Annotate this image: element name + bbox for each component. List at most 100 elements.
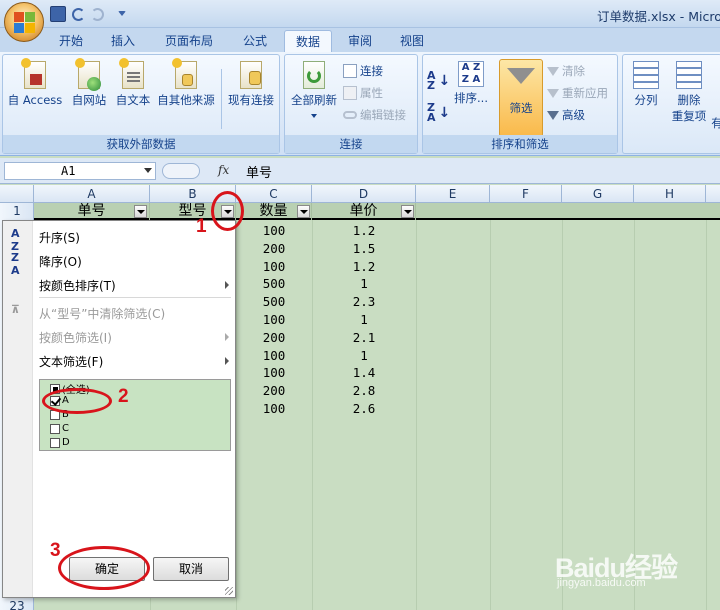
cell-quantity[interactable]: 500 <box>236 294 312 309</box>
cell-quantity[interactable]: 200 <box>236 383 312 398</box>
clear-filter-button[interactable]: 清除 <box>547 63 585 79</box>
column-header-a[interactable]: A <box>34 185 150 203</box>
name-box[interactable]: A1 <box>4 162 156 180</box>
cell-price[interactable]: 1.4 <box>312 365 416 380</box>
save-icon[interactable] <box>50 6 66 22</box>
filter-item-c[interactable]: C <box>50 423 69 434</box>
cell-quantity[interactable]: 100 <box>236 348 312 363</box>
cell-quantity[interactable]: 100 <box>236 365 312 380</box>
filter-button[interactable]: 筛选 <box>499 59 543 137</box>
select-all-corner[interactable] <box>0 185 34 203</box>
cell-price[interactable]: 1.2 <box>312 259 416 274</box>
formula-input[interactable]: 单号 <box>246 162 272 181</box>
existing-connections-button[interactable]: 现有连接 <box>225 61 277 108</box>
filter-dropdown-d-icon[interactable] <box>401 205 414 218</box>
tab-data[interactable]: 数据 <box>284 30 332 52</box>
column-header-d[interactable]: D <box>312 185 416 203</box>
connections-button[interactable]: 连接 <box>343 63 383 79</box>
header-cell-d[interactable]: 单价 <box>312 203 416 220</box>
cell-quantity[interactable]: 500 <box>236 276 312 291</box>
header-cell-c[interactable]: 数量 <box>236 203 312 220</box>
reapply-label: 重新应用 <box>562 86 608 100</box>
remove-duplicates-button[interactable]: 删除 重复项 <box>667 61 711 124</box>
column-headers: A B C D E F G H <box>0 185 720 203</box>
menu-sort-ascending[interactable]: 升序(S) <box>39 229 80 246</box>
ribbon: 自 Access 自网站 自文本 自其他来源 现有连接 获取外部数据 全部刷新 … <box>0 52 720 156</box>
tab-insert[interactable]: 插入 <box>100 30 146 52</box>
cell-quantity[interactable]: 200 <box>236 241 312 256</box>
column-header-f[interactable]: F <box>490 185 562 203</box>
header-cell-a[interactable]: 单号 <box>34 203 150 220</box>
office-button[interactable] <box>4 2 44 42</box>
formula-tools: fx <box>160 161 234 181</box>
cell-price[interactable]: 2.8 <box>312 383 416 398</box>
filter-dropdown-menu[interactable]: AZ 升序(S) ZA 降序(O) 按颜色排序(T) ⊼ 从“型号”中清除筛选(… <box>2 220 236 598</box>
menu-sort-by-color[interactable]: 按颜色排序(T) <box>39 277 229 294</box>
row-header-23[interactable]: 23 <box>0 599 34 610</box>
sort-label: 排序... <box>454 91 488 105</box>
sort-button[interactable]: A ZZ A 排序... <box>449 61 493 106</box>
insert-function-icon[interactable]: fx <box>218 163 229 177</box>
row-header-1[interactable]: 1 <box>0 204 34 218</box>
customize-qat-icon[interactable] <box>118 11 126 17</box>
cell-price[interactable]: 1 <box>312 348 416 363</box>
window-title: 订单数据.xlsx - Micros <box>597 9 720 24</box>
cell-quantity[interactable]: 100 <box>236 223 312 238</box>
from-other-sources-button[interactable]: 自其他来源 <box>153 58 219 108</box>
tab-home[interactable]: 开始 <box>46 30 96 52</box>
tab-page-layout[interactable]: 页面布局 <box>152 30 226 52</box>
cell-quantity[interactable]: 200 <box>236 330 312 345</box>
cancel-button[interactable]: 取消 <box>153 557 229 581</box>
menu-filter-by-color[interactable]: 按颜色筛选(I) <box>39 329 229 346</box>
checkbox-d[interactable] <box>50 437 60 448</box>
cell-price[interactable]: 1.2 <box>312 223 416 238</box>
menu-sort-descending[interactable]: 降序(O) <box>39 253 82 270</box>
sort-descending-button[interactable]: Z A ↓ <box>427 102 450 123</box>
from-access-button[interactable]: 自 Access <box>7 58 63 108</box>
edit-links-button[interactable]: 编辑链接 <box>343 107 406 123</box>
column-header-e[interactable]: E <box>416 185 490 203</box>
filter-item-d[interactable]: D <box>50 437 70 448</box>
properties-button[interactable]: 属性 <box>343 85 383 101</box>
menu-separator <box>39 297 231 298</box>
tab-formulas[interactable]: 公式 <box>230 30 280 52</box>
filter-dropdown-a-icon[interactable] <box>134 205 147 218</box>
cell-price[interactable]: 1 <box>312 312 416 327</box>
cell-price[interactable]: 2.1 <box>312 330 416 345</box>
data-validation-button-partial[interactable]: 有 <box>711 115 720 131</box>
sort-descending-menu-icon: ZA <box>11 251 20 277</box>
refresh-all-icon <box>303 61 325 89</box>
tab-view[interactable]: 视图 <box>388 30 436 52</box>
text-to-columns-button[interactable]: 分列 <box>627 61 665 108</box>
cell-quantity[interactable]: 100 <box>236 312 312 327</box>
reapply-button[interactable]: 重新应用 <box>547 85 608 101</box>
cell-price[interactable]: 1.5 <box>312 241 416 256</box>
column-header-g[interactable]: G <box>562 185 634 203</box>
remove-duplicates-icon <box>676 61 702 89</box>
cell-quantity[interactable]: 100 <box>236 401 312 416</box>
menu-clear-filter[interactable]: 从“型号”中清除筛选(C) <box>39 305 165 322</box>
advanced-filter-button[interactable]: 高级 <box>547 107 585 123</box>
undo-icon[interactable] <box>72 7 85 21</box>
name-box-dropdown-icon[interactable] <box>144 168 152 173</box>
from-text-button[interactable]: 自文本 <box>111 58 155 108</box>
column-header-h[interactable]: H <box>634 185 706 203</box>
from-web-button[interactable]: 自网站 <box>67 58 111 108</box>
name-box-value: A1 <box>61 164 76 178</box>
checkbox-c[interactable] <box>50 423 60 434</box>
cell-price[interactable]: 1 <box>312 276 416 291</box>
cell-price[interactable]: 2.6 <box>312 401 416 416</box>
formula-bar-handle-icon[interactable] <box>162 163 200 179</box>
filter-dropdown-c-icon[interactable] <box>297 205 310 218</box>
redo-icon[interactable] <box>91 7 104 21</box>
cell-price[interactable]: 2.3 <box>312 294 416 309</box>
column-header-c[interactable]: C <box>236 185 312 203</box>
cell-quantity[interactable]: 100 <box>236 259 312 274</box>
group-divider <box>221 69 222 129</box>
resize-grip-icon[interactable] <box>225 587 233 595</box>
refresh-all-button[interactable]: 全部刷新 <box>289 61 339 118</box>
sort-ascending-button[interactable]: A Z ↓ <box>427 70 450 91</box>
menu-text-filters[interactable]: 文本筛选(F) <box>39 353 229 370</box>
tab-review[interactable]: 审阅 <box>336 30 384 52</box>
existing-connections-icon <box>240 61 262 89</box>
